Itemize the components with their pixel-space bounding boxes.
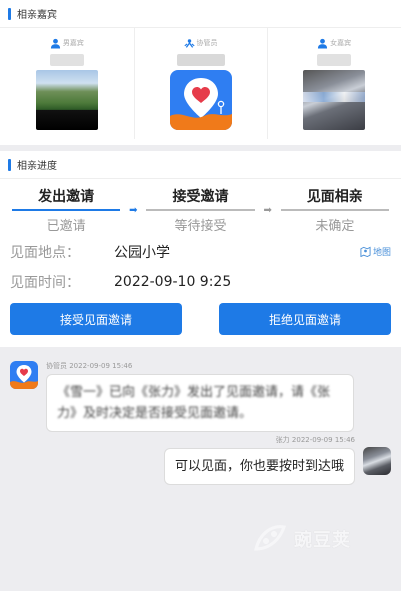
section-title: 相亲嘉宾: [17, 10, 57, 21]
guest-photo[interactable]: [303, 70, 366, 130]
step-indicator-line: [146, 209, 255, 211]
progress-steps: 发出邀请 已邀请 ➡ 接受邀请 等待接受 ➡ 见面相亲 未确定: [0, 181, 401, 237]
location-row: 见面地点： 公园小学 地图: [10, 237, 391, 267]
step-indicator-line: [12, 209, 121, 211]
step-name: 接受邀请: [172, 189, 229, 205]
section-accent-bar: [8, 158, 11, 171]
guests-panel: 男嘉宾 协管员 女嘉宾: [0, 28, 401, 145]
time-row: 见面时间： 2022-09-10 9:25: [10, 267, 391, 297]
guest-female[interactable]: 女嘉宾: [267, 28, 401, 145]
message-meta: 张力 2022-09-09 15:46: [275, 436, 355, 444]
step-name: 见面相亲: [306, 189, 363, 205]
step-arrow-icon: ➡: [263, 205, 272, 216]
app-logo-icon[interactable]: [169, 70, 232, 130]
message-text: 《雪一》已向《张力》发出了见面邀请，请《张力》及时决定是否接受见面邀请。: [57, 385, 331, 421]
message-user: 张力 2022-09-09 15:46 可以见面，你也要按时到达哦: [163, 435, 391, 485]
step-status: 未确定: [315, 219, 355, 234]
step-status: 已邀请: [46, 219, 86, 234]
step-meet: 见面相亲 未确定: [277, 187, 393, 234]
message-meta: 协管员 2022-09-09 15:46: [46, 362, 133, 370]
accept-invite-button[interactable]: 接受见面邀请: [10, 303, 182, 335]
guest-male[interactable]: 男嘉宾: [0, 28, 134, 145]
message-bubble[interactable]: 可以见面，你也要按时到达哦: [163, 448, 355, 485]
location-value: 公园小学: [114, 245, 170, 261]
step-name: 发出邀请: [38, 189, 95, 205]
message-text: 可以见面，你也要按时到达哦: [174, 459, 344, 474]
guest-name-redacted: [49, 54, 84, 66]
progress-section-header: 相亲进度: [0, 151, 401, 179]
section-title: 相亲进度: [17, 161, 57, 172]
step-accept-invite: 接受邀请 等待接受: [142, 187, 258, 234]
guest-coordinator[interactable]: 协管员: [133, 28, 268, 145]
map-icon: [360, 246, 371, 257]
coordinator-icon: [183, 38, 195, 48]
user-avatar[interactable]: [363, 447, 391, 475]
watermark-text: 豌豆荚: [294, 530, 351, 551]
guest-name-redacted: [176, 54, 225, 66]
action-buttons: 接受见面邀请 拒绝见面邀请: [0, 297, 401, 341]
coordinator-avatar[interactable]: [10, 361, 38, 389]
time-label: 见面时间：: [10, 275, 80, 291]
time-value: 2022-09-10 9:25: [114, 274, 232, 290]
step-arrow-icon: ➡: [129, 205, 138, 216]
person-icon: [318, 38, 328, 49]
step-indicator-line: [280, 209, 389, 211]
guest-role-label: 女嘉宾: [330, 39, 352, 47]
location-label: 见面地点：: [10, 245, 80, 261]
watermark: 豌豆荚: [250, 519, 351, 559]
guest-role-label: 协管员: [196, 39, 218, 47]
message-coordinator: 协管员 2022-09-09 15:46 《雪一》已向《张力》发出了见面邀请，请…: [10, 361, 354, 432]
section-accent-bar: [8, 7, 11, 20]
map-link[interactable]: 地图: [360, 245, 391, 258]
reject-invite-button[interactable]: 拒绝见面邀请: [219, 303, 391, 335]
guests-section-header: 相亲嘉宾: [0, 0, 401, 28]
step-status: 等待接受: [174, 219, 227, 234]
guest-role-label: 男嘉宾: [62, 39, 84, 47]
message-bubble[interactable]: 《雪一》已向《张力》发出了见面邀请，请《张力》及时决定是否接受见面邀请。: [46, 374, 354, 432]
guest-photo[interactable]: [35, 70, 98, 130]
map-link-label: 地图: [372, 248, 391, 258]
step-send-invite: 发出邀请 已邀请: [8, 187, 124, 234]
heart-pin-icon: [169, 78, 232, 130]
heart-pin-icon: [10, 365, 38, 389]
chat-area[interactable]: 协管员 2022-09-09 15:46 《雪一》已向《张力》发出了见面邀请，请…: [0, 347, 401, 591]
person-icon: [50, 38, 60, 49]
meeting-details: 见面地点： 公园小学 地图 见面时间： 2022-09-10 9:25: [0, 237, 401, 297]
pea-logo-icon: [254, 525, 286, 551]
progress-panel: 发出邀请 已邀请 ➡ 接受邀请 等待接受 ➡ 见面相亲 未确定 见面地点： 公园…: [0, 179, 401, 347]
guest-name-redacted: [317, 54, 352, 66]
